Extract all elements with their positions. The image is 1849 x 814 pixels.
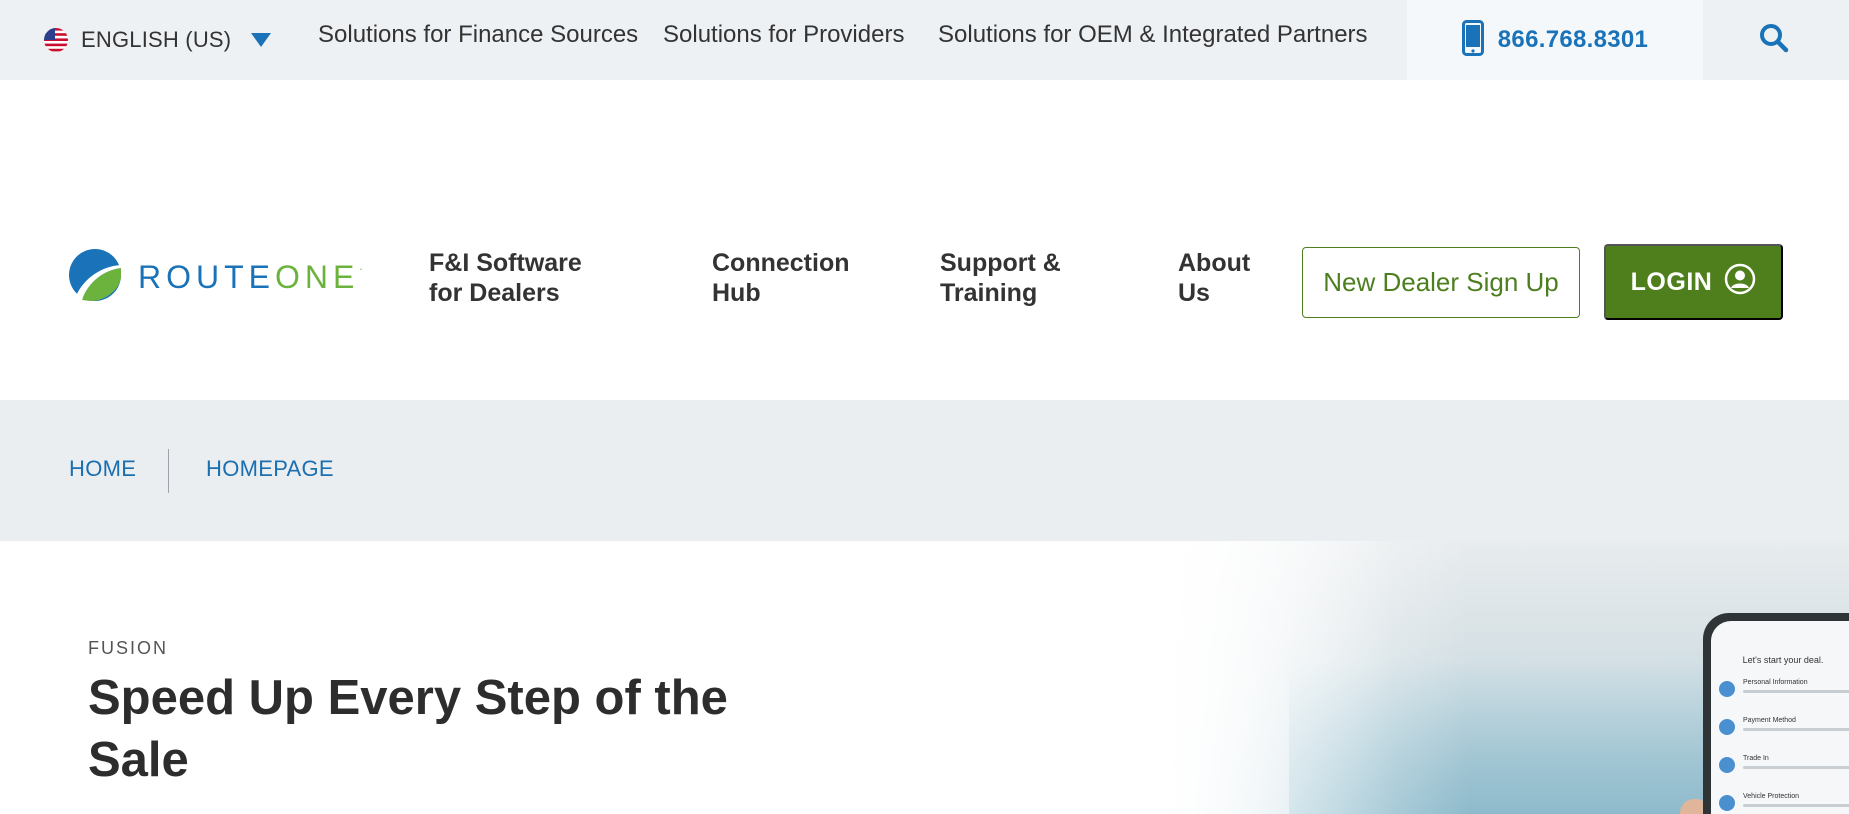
breadcrumb: HOME HOMEPAGE <box>0 400 1849 541</box>
main-nav-about-us[interactable]: About Us <box>1178 248 1288 308</box>
payment-icon <box>1719 719 1735 735</box>
language-selector[interactable]: ENGLISH (US) <box>44 22 272 58</box>
search-icon <box>1759 23 1789 58</box>
main-nav-support-training[interactable]: Support & Training <box>940 248 1130 308</box>
logo-mark-icon <box>68 248 122 307</box>
hero-section: FUSION Speed Up Every Step of the Sale L… <box>0 541 1849 814</box>
logo-wordmark: ROUTEONE. <box>138 258 363 295</box>
breadcrumb-homepage[interactable]: HOMEPAGE <box>206 456 334 482</box>
login-label: LOGIN <box>1630 267 1713 296</box>
phone-screen: Let's start your deal. Personal Informat… <box>1711 621 1849 814</box>
nav-link-oem-partners[interactable]: Solutions for OEM & Integrated Partners <box>938 18 1368 52</box>
phone-screen-row: Vehicle Protection <box>1719 791 1849 814</box>
new-dealer-signup-button[interactable]: New Dealer Sign Up <box>1302 247 1580 318</box>
breadcrumb-home[interactable]: HOME <box>69 456 136 482</box>
phone-number: 866.768.8301 <box>1497 26 1649 53</box>
search-button[interactable] <box>1756 22 1792 58</box>
user-circle-icon <box>1724 263 1756 302</box>
hero-eyebrow: FUSION <box>88 638 169 658</box>
utility-bar: ENGLISH (US) Solutions for Finance Sourc… <box>0 0 1849 80</box>
hero-title: Speed Up Every Step of the Sale <box>88 671 728 787</box>
caret-down-icon <box>251 33 272 47</box>
phone-contact[interactable]: 866.768.8301 <box>1407 0 1703 80</box>
language-label: ENGLISH (US) <box>81 27 232 52</box>
shield-icon <box>1719 795 1735 811</box>
phone-mockup-image: Let's start your deal. Personal Informat… <box>1703 613 1849 814</box>
main-header: ROUTEONE. F&I Software for Dealers Conne… <box>0 80 1849 400</box>
hero-background-fade <box>1149 541 1469 814</box>
us-flag-icon <box>44 28 68 52</box>
phone-screen-row: Trade In <box>1719 753 1849 783</box>
nav-link-providers[interactable]: Solutions for Providers <box>663 18 904 52</box>
nav-link-finance-sources[interactable]: Solutions for Finance Sources <box>318 18 638 52</box>
phone-screen-row: Personal Information <box>1719 677 1849 707</box>
user-icon <box>1719 681 1735 697</box>
mobile-phone-icon <box>1461 19 1484 61</box>
breadcrumb-divider <box>168 449 169 493</box>
routeone-logo[interactable]: ROUTEONE. <box>68 248 363 306</box>
login-button[interactable]: LOGIN <box>1604 244 1783 320</box>
main-nav-connection-hub[interactable]: Connection Hub <box>712 248 902 308</box>
phone-screen-row: Payment Method <box>1719 715 1849 745</box>
trade-in-icon <box>1719 757 1735 773</box>
phone-screen-title: Let's start your deal. <box>1742 655 1824 665</box>
main-nav-fi-software[interactable]: F&I Software for Dealers <box>429 248 619 308</box>
